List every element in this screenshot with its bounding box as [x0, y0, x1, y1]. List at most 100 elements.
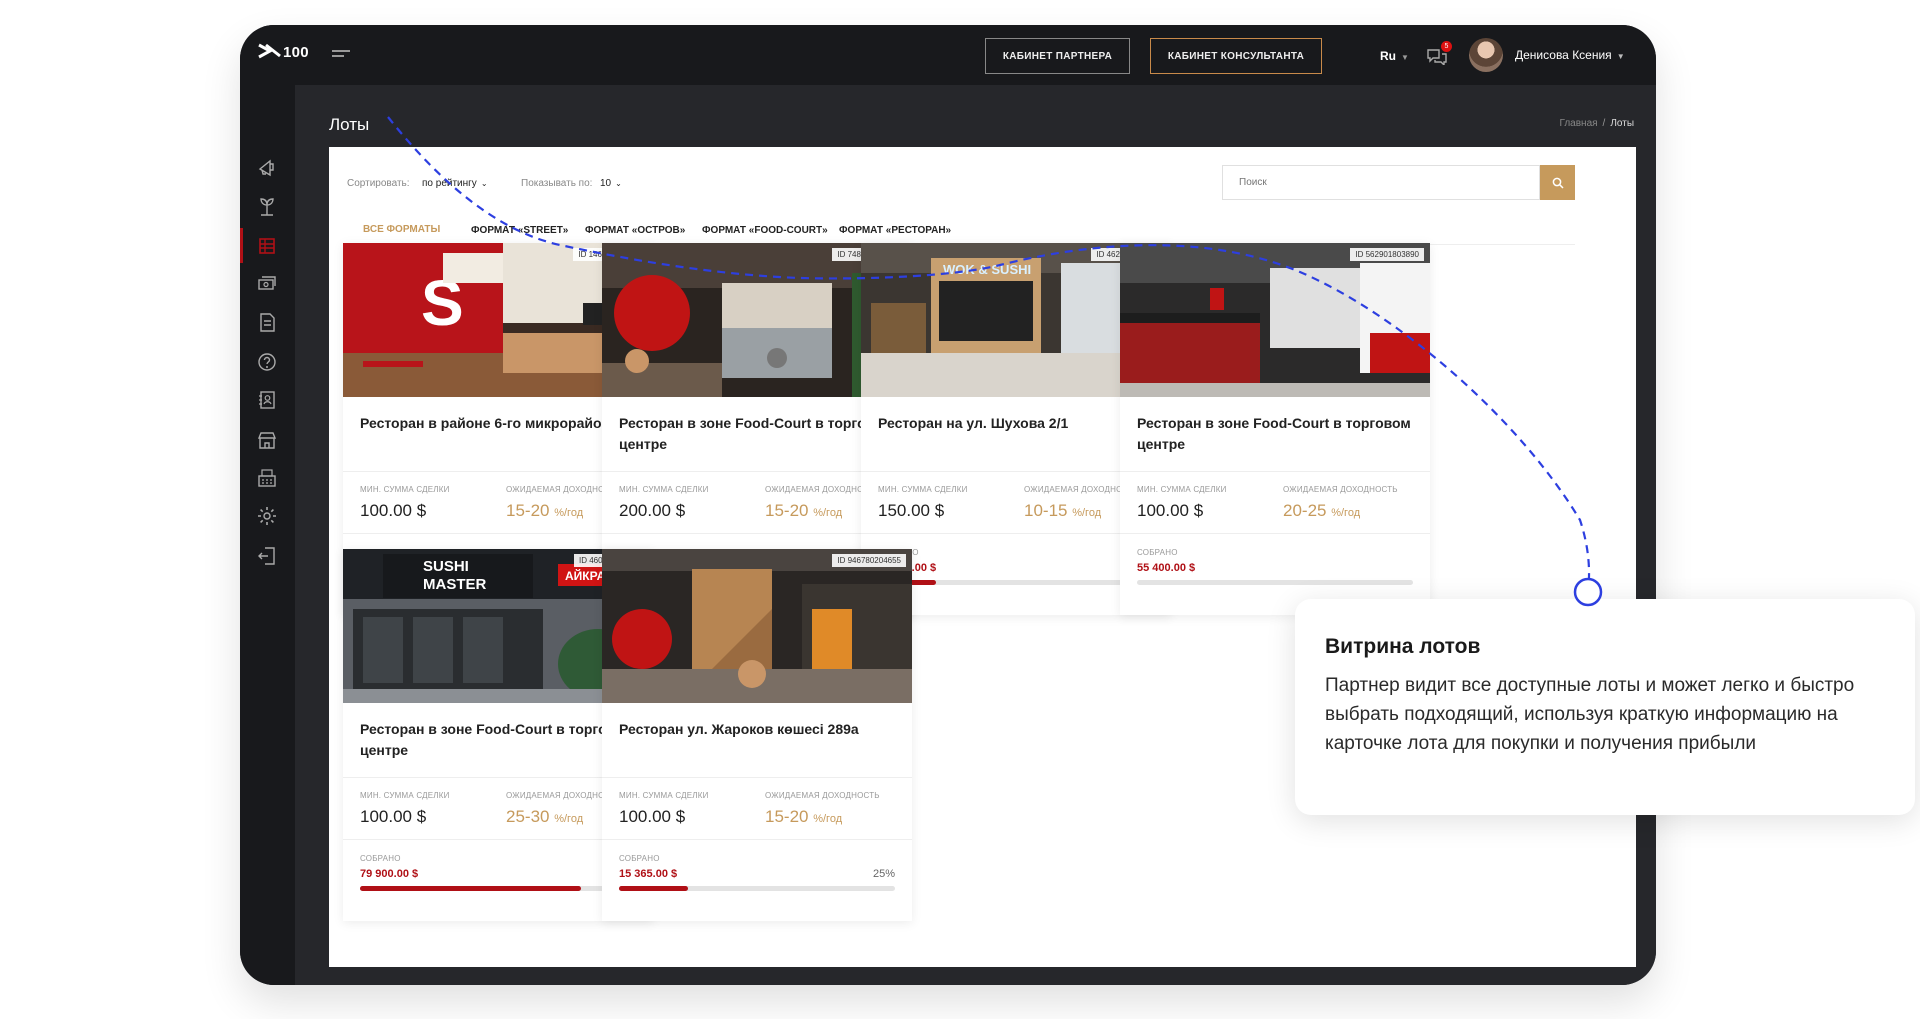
yield-value-wrap: 20-25 %/год	[1283, 501, 1360, 521]
lot-title[interactable]: Ресторан на ул. Шухова 2/1	[878, 413, 1153, 434]
user-name: Денисова Ксения	[1515, 48, 1612, 62]
cash-register-icon	[258, 469, 276, 487]
yield-unit: %/год	[1331, 507, 1361, 519]
menu-toggle-icon[interactable]	[332, 50, 350, 60]
sidebar-item-contact-book[interactable]	[256, 389, 278, 411]
lot-id: ID 562901803890	[1350, 248, 1424, 261]
min-sum-value: 200.00 $	[619, 501, 686, 520]
sort-label: Сортировать:	[347, 178, 410, 189]
progress-bar	[878, 580, 1154, 585]
breadcrumb-current: Лоты	[1610, 118, 1634, 129]
sidebar-item-lots[interactable]	[256, 235, 278, 257]
min-sum-label: МИН. СУММА СДЕЛКИ	[360, 485, 450, 494]
yield-value-wrap: 10-15 %/год	[1024, 501, 1101, 521]
sidebar-item-document[interactable]	[256, 311, 278, 333]
collected-label: СОБРАНО	[619, 854, 660, 863]
progress-fill	[360, 886, 581, 891]
callout-text: Партнер видит все доступные лоты и может…	[1325, 675, 1855, 754]
sidebar-item-help[interactable]	[256, 351, 278, 373]
collected-value: 15 365.00 $	[619, 868, 678, 880]
collected-label: СОБРАНО	[1137, 548, 1178, 557]
min-sum-label: МИН. СУММА СДЕЛКИ	[360, 791, 450, 800]
search-input[interactable]	[1222, 165, 1540, 200]
yield-value: 10-15	[1024, 501, 1068, 520]
format-tabs: ВСЕ ФОРМАТЫ ФОРМАТ «STREET» ФОРМАТ «ОСТРОВ…	[347, 215, 1575, 245]
min-sum-label: МИН. СУММА СДЕЛКИ	[878, 485, 968, 494]
page-size-value: 10	[600, 178, 612, 189]
chevron-down-icon: ⌄	[615, 179, 622, 188]
min-sum-value: 100.00 $	[1137, 501, 1204, 520]
min-sum-label: МИН. СУММА СДЕЛКИ	[619, 791, 709, 800]
yield-unit: %/год	[554, 813, 584, 825]
sidebar-item-shop[interactable]	[256, 429, 278, 451]
lot-title[interactable]: Ресторан в районе 6-го микрорайона	[360, 413, 635, 434]
divider	[602, 777, 912, 778]
language-select[interactable]: Ru ▼	[1380, 49, 1409, 63]
sidebar-item-money[interactable]	[256, 273, 278, 295]
sidebar	[240, 85, 295, 985]
min-sum-value: 100.00 $	[360, 807, 427, 826]
lot-card[interactable]: ID 562901803890 Ресторан в зоне Food-Cour…	[1120, 243, 1430, 615]
settings-icon	[258, 507, 276, 525]
min-sum-label: МИН. СУММА СДЕЛКИ	[1137, 485, 1227, 494]
divider	[1120, 471, 1430, 472]
tab-format-3[interactable]: ФОРМАТ «FOOD-COURT»	[686, 215, 844, 245]
avatar[interactable]	[1469, 38, 1503, 72]
yield-unit: %/год	[813, 813, 843, 825]
sidebar-item-cash-register[interactable]	[256, 467, 278, 489]
search-button[interactable]	[1540, 165, 1575, 200]
lot-title[interactable]: Ресторан в зоне Food-Court в торговом це…	[360, 719, 635, 761]
sort-select[interactable]: по рейтингу ⌄	[422, 178, 488, 189]
tab-format-2[interactable]: ФОРМАТ «ОСТРОВ»	[569, 215, 701, 245]
min-sum-value: 100.00 $	[619, 807, 686, 826]
min-sum-label: МИН. СУММА СДЕЛКИ	[619, 485, 709, 494]
lot-title[interactable]: Ресторан в зоне Food-Court в торговом це…	[619, 413, 894, 455]
search-icon	[1552, 177, 1564, 189]
feature-callout: Витрина лотов Партнер видит все доступны…	[1295, 599, 1915, 815]
progress-fill	[619, 886, 688, 891]
yield-unit: %/год	[1072, 507, 1102, 519]
yield-unit: %/год	[554, 507, 584, 519]
user-menu[interactable]: Денисова Ксения ▼	[1515, 48, 1625, 62]
tab-format-1[interactable]: ФОРМАТ «STREET»	[455, 215, 584, 245]
min-sum-value: 100.00 $	[360, 501, 427, 520]
tab-format-0[interactable]: ВСЕ ФОРМАТЫ	[347, 215, 457, 245]
lot-card[interactable]: ID 946780204655 Ресторан ул. Жароков көше…	[602, 549, 912, 921]
divider	[1120, 533, 1430, 534]
lot-title[interactable]: Ресторан в зоне Food-Court в торговом це…	[1137, 413, 1412, 455]
lot-image[interactable]: ID 946780204655	[602, 549, 912, 703]
partner-cabinet-button[interactable]: КАБИНЕТ ПАРТНЕРА	[985, 38, 1130, 74]
tab-format-4[interactable]: ФОРМАТ «РЕСТОРАН»	[823, 215, 967, 245]
lot-id: ID 946780204655	[832, 554, 906, 567]
breadcrumb-separator: /	[1602, 118, 1606, 129]
chevron-down-icon: ⌄	[480, 179, 488, 188]
consultant-cabinet-button[interactable]: КАБИНЕТ КОНСУЛЬТАНТА	[1150, 38, 1322, 74]
shop-icon	[257, 432, 277, 449]
sidebar-item-megaphone[interactable]	[256, 155, 278, 177]
document-icon	[260, 313, 275, 332]
card-3-sign: WOK & SUSHI	[943, 262, 1031, 277]
page-size-select[interactable]: 10 ⌄	[600, 178, 622, 189]
sort-value: по рейтингу	[422, 178, 477, 189]
lot-title[interactable]: Ресторан ул. Жароков көшесі 289а	[619, 719, 894, 740]
sidebar-item-logout[interactable]	[256, 545, 278, 567]
lot-image[interactable]: ID 562901803890	[1120, 243, 1430, 397]
yield-value-wrap: 25-30 %/год	[506, 807, 583, 827]
callout-title: Витрина лотов	[1325, 635, 1481, 658]
chevron-down-icon: ▼	[1401, 53, 1409, 62]
page-root: { "header": { "logo_text": "100", "partn…	[0, 0, 1920, 1019]
card-5-sign-2: MASTER	[423, 576, 487, 593]
yield-label: ОЖИДАЕМАЯ ДОХОДНОСТЬ	[765, 791, 880, 800]
collected-percent: 25%	[872, 868, 895, 880]
sidebar-item-settings[interactable]	[256, 505, 278, 527]
sidebar-item-plant[interactable]	[256, 195, 278, 217]
yield-value: 20-25	[1283, 501, 1327, 520]
yield-value-wrap: 15-20 %/год	[506, 501, 583, 521]
collected-label: СОБРАНО	[360, 854, 401, 863]
yield-value: 15-20	[765, 501, 809, 520]
main-content: Лоты Главная / Лоты Сортировать: по рейтин…	[295, 85, 1656, 985]
page-size-label: Показывать по:	[521, 178, 593, 189]
breadcrumb-home[interactable]: Главная	[1559, 118, 1597, 129]
yield-unit: %/год	[813, 507, 843, 519]
collected-value: 79 900.00 $	[360, 868, 419, 880]
